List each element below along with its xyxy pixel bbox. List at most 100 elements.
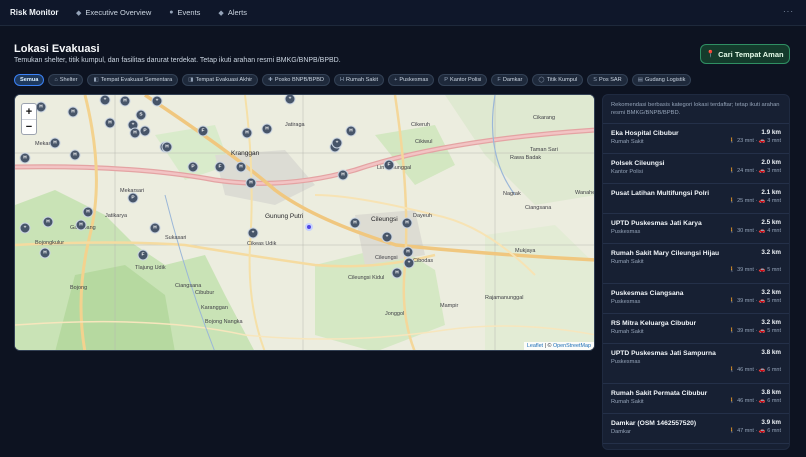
map-place-label: Bojong xyxy=(70,285,88,291)
map-facility-marker[interactable]: H xyxy=(402,246,414,258)
map-facility-marker[interactable]: H xyxy=(75,219,87,231)
map-place-label: Jonggol xyxy=(385,311,405,317)
facility-list-item[interactable]: UPTD Puskesmas Jati Sampurna Puskesmas 3.8… xyxy=(603,344,789,384)
filter-chip[interactable]: + Puskesmas xyxy=(388,74,435,86)
map-place-label: Cikeas Udik xyxy=(247,241,277,247)
map-facility-marker[interactable]: H xyxy=(49,137,61,149)
map-facility-marker[interactable]: H xyxy=(42,216,54,228)
map-place-label: Ciangsana xyxy=(525,205,552,211)
nav-link-label: Events xyxy=(177,8,201,17)
map-facility-marker[interactable]: H xyxy=(401,217,413,229)
map-facility-marker[interactable]: F xyxy=(197,125,209,137)
map-facility-marker[interactable]: H xyxy=(82,206,94,218)
facility-list-item[interactable]: Damkar (OSM 1462557520) Damkar 3.9 km 🚶 47 … xyxy=(603,414,789,444)
map-facility-marker[interactable]: P xyxy=(187,161,199,173)
map-facility-marker[interactable]: H xyxy=(67,106,79,118)
zoom-in-button[interactable]: + xyxy=(22,104,36,119)
filter-chip[interactable]: P Kantor Polisi xyxy=(438,74,488,86)
facility-list-item[interactable]: RS Mitra Keluarga Cibubur Rumah Sakit 3.2 … xyxy=(603,314,789,344)
map-facility-marker[interactable]: H xyxy=(149,222,161,234)
walk-time: 39 mnt xyxy=(737,298,754,304)
map-facility-marker[interactable]: + xyxy=(331,137,343,149)
map-place-label: Dayeuh xyxy=(413,213,432,219)
map-facility-marker[interactable]: H xyxy=(39,247,51,259)
facility-list-item[interactable]: Eka Hospital Cibubur Rumah Sakit 1.9 km 🚶 2… xyxy=(603,124,789,154)
nav-events[interactable]: ● Events xyxy=(169,8,200,17)
facility-eta: 🚶 25 mnt · 🚗 4 mnt xyxy=(729,198,781,204)
map-place-label: Mampir xyxy=(440,303,459,309)
walk-time: 23 mnt xyxy=(737,138,754,144)
facility-list-item[interactable]: UPTD Puskesmas Jati Karya Puskesmas 2.5 km… xyxy=(603,214,789,244)
filter-chip[interactable]: ▤ Gudang Logistik xyxy=(631,74,692,86)
facility-list-item[interactable]: Polsek Cileungsi Kantor Polisi 2.0 km 🚶 24 … xyxy=(603,154,789,184)
filter-icon: H xyxy=(339,77,345,83)
map-facility-marker[interactable]: + xyxy=(247,227,259,239)
map-facility-marker[interactable]: H xyxy=(35,101,47,113)
map-facility-marker[interactable]: H xyxy=(245,177,257,189)
map-facility-marker[interactable]: H xyxy=(349,217,361,229)
filter-chip[interactable]: ✚ Posko BNPB/BPBD xyxy=(262,74,330,86)
map-facility-marker[interactable]: + xyxy=(19,222,31,234)
brand-title[interactable]: Risk Monitor xyxy=(10,8,76,17)
filter-chip[interactable]: H Rumah Sakit xyxy=(333,74,385,86)
find-safe-place-button[interactable]: 📍 Cari Tempat Aman xyxy=(700,44,790,64)
evacuation-map[interactable]: + − Mekarsari Jatiraga Kranggan Cikeruh Limu… xyxy=(14,94,595,351)
facility-list-item[interactable]: Puskesmas Ciangsana Puskesmas 3.2 km 🚶 39 m… xyxy=(603,284,789,314)
map-facility-marker[interactable]: F xyxy=(214,161,226,173)
map-place-label: Cibubur xyxy=(195,290,215,296)
map-facility-marker[interactable]: H xyxy=(69,149,81,161)
map-facility-marker[interactable]: S xyxy=(135,109,147,121)
map-facility-marker[interactable]: H xyxy=(19,152,31,164)
more-menu-icon[interactable]: ··· xyxy=(783,7,794,16)
facility-list-item[interactable]: Pusat Latihan Multifungsi Polri 2.1 km 🚶 2… xyxy=(603,184,789,214)
map-facility-marker[interactable]: + xyxy=(403,257,415,269)
map-facility-marker[interactable]: H xyxy=(235,161,247,173)
drive-time: 3 mnt xyxy=(767,168,781,174)
facility-eta: 🚶 30 mnt · 🚗 4 mnt xyxy=(729,228,781,234)
facility-category: Rumah Sakit xyxy=(611,259,644,265)
walk-icon: 🚶 xyxy=(728,398,736,404)
car-icon: 🚗 xyxy=(758,367,766,373)
facility-list-item[interactable]: Rumah Sakit Mary Cileungsi Hijau Rumah Sa… xyxy=(603,244,789,284)
filter-chip[interactable]: ◨ Tempat Evakuasi Akhir xyxy=(182,74,259,86)
map-facility-marker[interactable]: H xyxy=(391,267,403,279)
map-place-label: Kranggan xyxy=(231,150,260,157)
map-facility-marker[interactable]: H xyxy=(119,95,131,107)
map-facility-marker[interactable]: H xyxy=(161,141,173,153)
current-location-marker[interactable] xyxy=(305,223,313,231)
filter-chip[interactable]: S Pos SAR xyxy=(587,74,628,86)
map-facility-marker[interactable]: + xyxy=(151,95,163,107)
walk-icon: 🚶 xyxy=(728,367,736,373)
walk-icon: 🚶 xyxy=(728,138,736,144)
filter-chip[interactable]: ⌂ Shelter xyxy=(48,74,84,86)
map-facility-marker[interactable]: H xyxy=(345,125,357,137)
car-icon: 🚗 xyxy=(758,267,766,273)
facility-list-item[interactable]: Rumah Sakit Permata Cibubur Rumah Sakit 3.… xyxy=(603,384,789,414)
facility-eta: 🚶 24 mnt · 🚗 3 mnt xyxy=(729,168,781,174)
filter-chip[interactable]: Semua xyxy=(14,74,45,86)
map-facility-marker[interactable]: F xyxy=(137,249,149,261)
zoom-out-button[interactable]: − xyxy=(22,119,36,134)
map-facility-marker[interactable]: P xyxy=(139,125,151,137)
walk-time: 47 mnt xyxy=(737,428,754,434)
map-facility-marker[interactable]: + xyxy=(99,95,111,106)
openstreetmap-link[interactable]: OpenStreetMap xyxy=(553,343,591,349)
map-facility-marker[interactable]: H xyxy=(337,169,349,181)
filter-chip[interactable]: ◧ Tempat Evakuasi Sementara xyxy=(87,74,179,86)
map-facility-marker[interactable]: + xyxy=(284,95,296,105)
map-facility-marker[interactable]: F xyxy=(383,159,395,171)
leaflet-link[interactable]: Leaflet xyxy=(527,343,543,349)
filter-label: Puskesmas xyxy=(399,77,429,83)
car-icon: 🚗 xyxy=(758,228,766,234)
map-facility-marker[interactable]: P xyxy=(127,192,139,204)
map-facility-marker[interactable]: + xyxy=(381,231,393,243)
nav-link-label: Alerts xyxy=(227,8,247,17)
map-facility-marker[interactable]: H xyxy=(104,117,116,129)
filter-chip[interactable]: F Damkar xyxy=(491,74,529,86)
map-facility-marker[interactable]: H xyxy=(241,127,253,139)
nav-executive-overview[interactable]: ◆ Executive Overview xyxy=(76,8,151,17)
walk-time: 39 mnt xyxy=(737,328,754,334)
filter-chip[interactable]: ◯ Titik Kumpul xyxy=(532,74,584,86)
map-facility-marker[interactable]: H xyxy=(261,123,273,135)
nav-alerts[interactable]: ◆ Alerts xyxy=(218,8,247,17)
